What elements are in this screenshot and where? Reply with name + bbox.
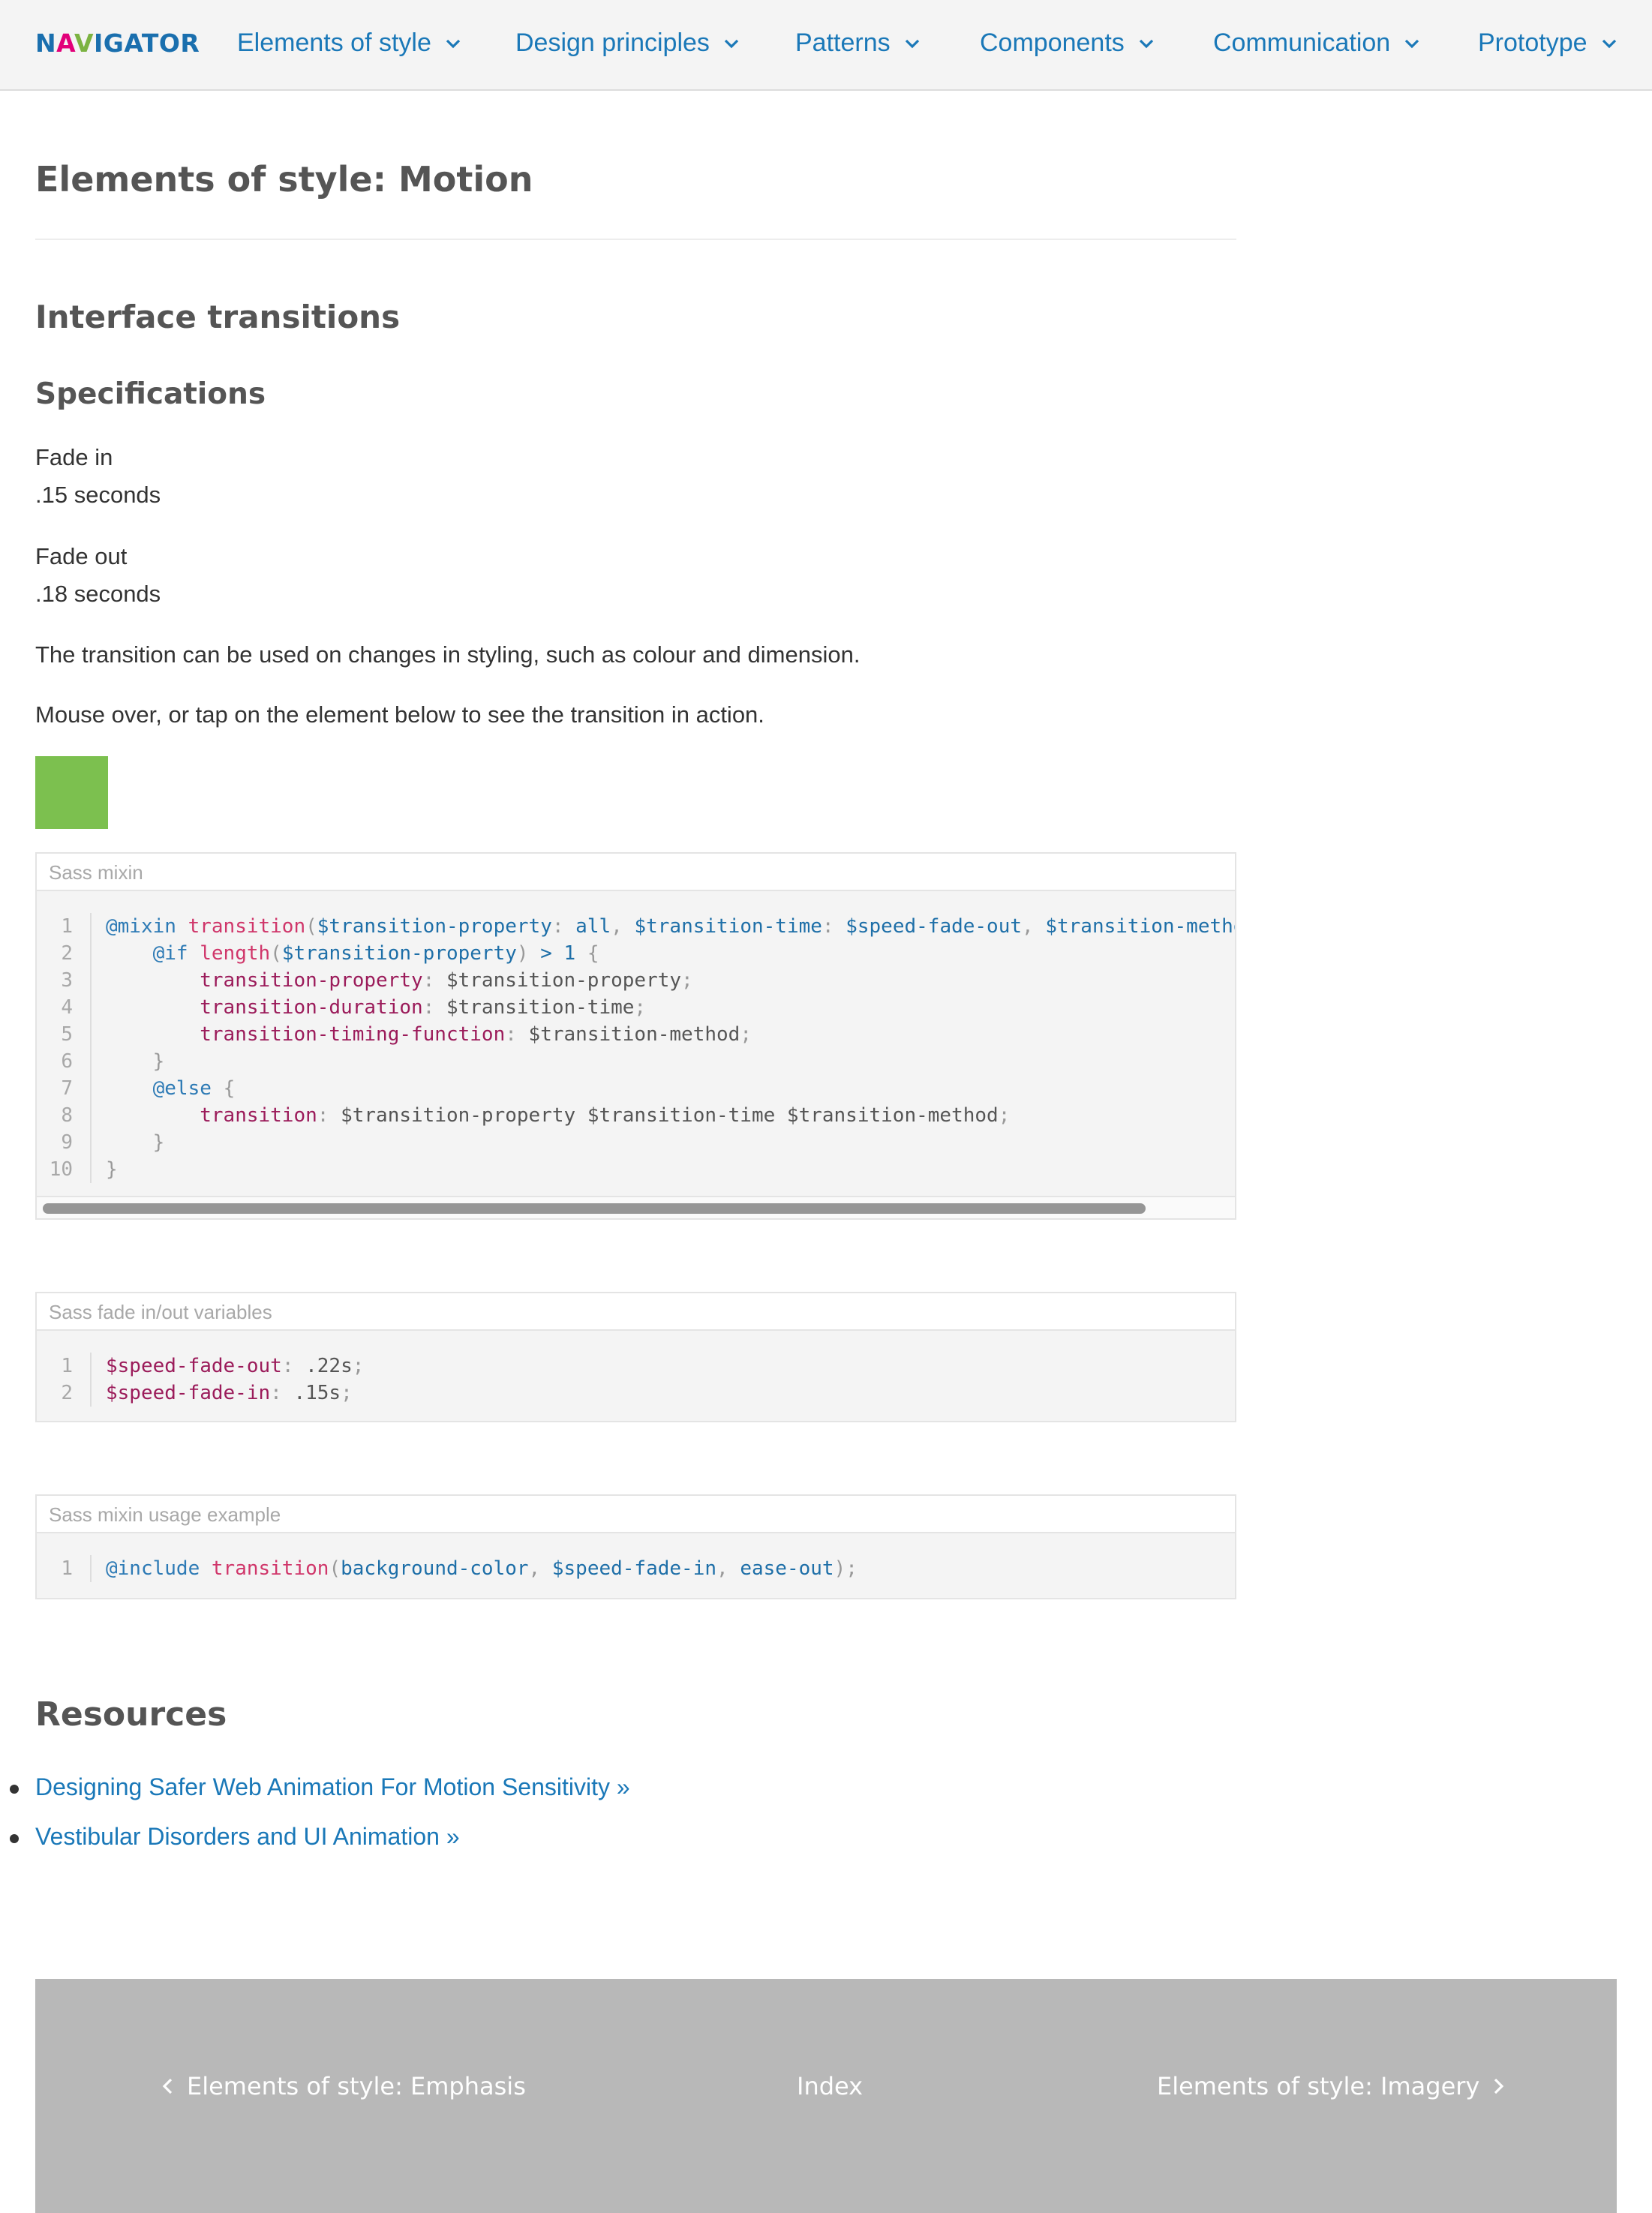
bullet-icon	[10, 1834, 19, 1843]
nav-label: Design principles	[515, 29, 710, 57]
resource-link-safer-web-animation[interactable]: Designing Safer Web Animation For Motion…	[35, 1773, 630, 1800]
nav-label: Prototype	[1478, 29, 1587, 57]
code-lines: @mixin transition($transition-property: …	[106, 915, 1236, 1181]
page-title: Elements of style: Motion	[35, 159, 533, 200]
bullet-icon	[10, 1785, 19, 1794]
next-page-label: Elements of style: Imagery	[1157, 2072, 1480, 2100]
resources-title: Resources	[35, 1695, 227, 1734]
top-navigation: NAVIGATOR Elements of style Design princ…	[0, 0, 1652, 91]
section-title: Interface transitions	[35, 299, 401, 335]
chevron-down-icon	[720, 32, 743, 55]
code-panel-sass-mixin: Sass mixin 1 2 3 4 5 6 7 8 9 10 @mixin transition…	[35, 852, 1236, 1220]
index-link[interactable]: Index	[797, 2072, 863, 2100]
code-panel-title: Sass mixin usage example	[37, 1496, 1235, 1533]
code-lines: @include transition(background-color, $s…	[106, 1557, 858, 1580]
code-body: 1 2 3 4 5 6 7 8 9 10 @mixin transition($transitio…	[37, 913, 1235, 1198]
logo-letter-a: A	[56, 29, 74, 58]
logo-letter-n: N	[35, 29, 57, 58]
description-paragraph: The transition can be used on changes in…	[35, 641, 861, 668]
page-footer-navigation: Elements of style: Emphasis Index Elemen…	[35, 1979, 1617, 2213]
fade-in-label: Fade in	[35, 444, 113, 470]
nav-components[interactable]: Components	[980, 29, 1158, 58]
code-panel-title: Sass mixin	[37, 854, 1235, 891]
code-body: 12 $speed-fade-out: .22s; $speed-fade-in:…	[37, 1353, 1235, 1421]
subsection-title: Specifications	[35, 377, 266, 411]
chevron-down-icon	[1598, 32, 1620, 55]
chevron-down-icon	[442, 32, 464, 55]
chevron-left-icon	[160, 2075, 175, 2097]
code-panel-sass-variables: Sass fade in/out variables 12 $speed-fad…	[35, 1292, 1236, 1422]
chevron-right-icon	[1491, 2075, 1506, 2097]
nav-label: Components	[980, 29, 1125, 57]
fade-out-value: .18 seconds	[35, 581, 161, 607]
nav-prototype[interactable]: Prototype	[1478, 29, 1620, 58]
nav-label: Elements of style	[237, 29, 431, 57]
title-divider	[35, 239, 1236, 240]
next-page-link[interactable]: Elements of style: Imagery	[1157, 2072, 1506, 2100]
fade-out-label: Fade out	[35, 543, 128, 569]
gutter-divider	[90, 1555, 92, 1582]
horizontal-scrollbar[interactable]	[37, 1196, 1235, 1218]
nav-communication[interactable]: Communication	[1213, 29, 1423, 58]
line-numbers: 1 2 3 4 5 6 7 8 9 10	[49, 915, 73, 1181]
list-item: Vestibular Disorders and UI Animation »	[0, 1823, 630, 1872]
line-numbers: 1	[61, 1557, 73, 1580]
transition-demo-box[interactable]	[35, 756, 108, 829]
prev-page-link[interactable]: Elements of style: Emphasis	[160, 2072, 526, 2100]
resource-link-vestibular-disorders[interactable]: Vestibular Disorders and UI Animation »	[35, 1823, 460, 1850]
navigator-logo[interactable]: NAVIGATOR	[35, 29, 200, 58]
instruction-paragraph: Mouse over, or tap on the element below …	[35, 701, 764, 728]
logo-letters-igator: IGATOR	[93, 29, 200, 58]
chevron-down-icon	[901, 32, 924, 55]
code-body: 1 @include transition(background-color, …	[37, 1555, 1235, 1598]
list-item: Designing Safer Web Animation For Motion…	[0, 1773, 630, 1823]
code-lines: $speed-fade-out: .22s; $speed-fade-in: .1…	[106, 1355, 365, 1404]
nav-label: Communication	[1213, 29, 1391, 57]
nav-elements-of-style[interactable]: Elements of style	[237, 29, 464, 58]
scrollbar-thumb[interactable]	[43, 1203, 1146, 1214]
nav-label: Patterns	[795, 29, 891, 57]
prev-page-label: Elements of style: Emphasis	[187, 2072, 526, 2100]
code-panel-sass-usage: Sass mixin usage example 1 @include tran…	[35, 1494, 1236, 1599]
nav-design-principles[interactable]: Design principles	[515, 29, 743, 58]
gutter-divider	[90, 1353, 92, 1407]
nav-patterns[interactable]: Patterns	[795, 29, 924, 58]
line-numbers: 12	[61, 1355, 73, 1404]
chevron-down-icon	[1135, 32, 1158, 55]
code-panel-title: Sass fade in/out variables	[37, 1293, 1235, 1331]
chevron-down-icon	[1401, 32, 1423, 55]
logo-letter-v: V	[74, 29, 94, 58]
index-label: Index	[797, 2072, 864, 2100]
gutter-divider	[90, 913, 92, 1183]
fade-in-value: .15 seconds	[35, 482, 161, 508]
resources-list: Designing Safer Web Animation For Motion…	[0, 1773, 630, 1872]
